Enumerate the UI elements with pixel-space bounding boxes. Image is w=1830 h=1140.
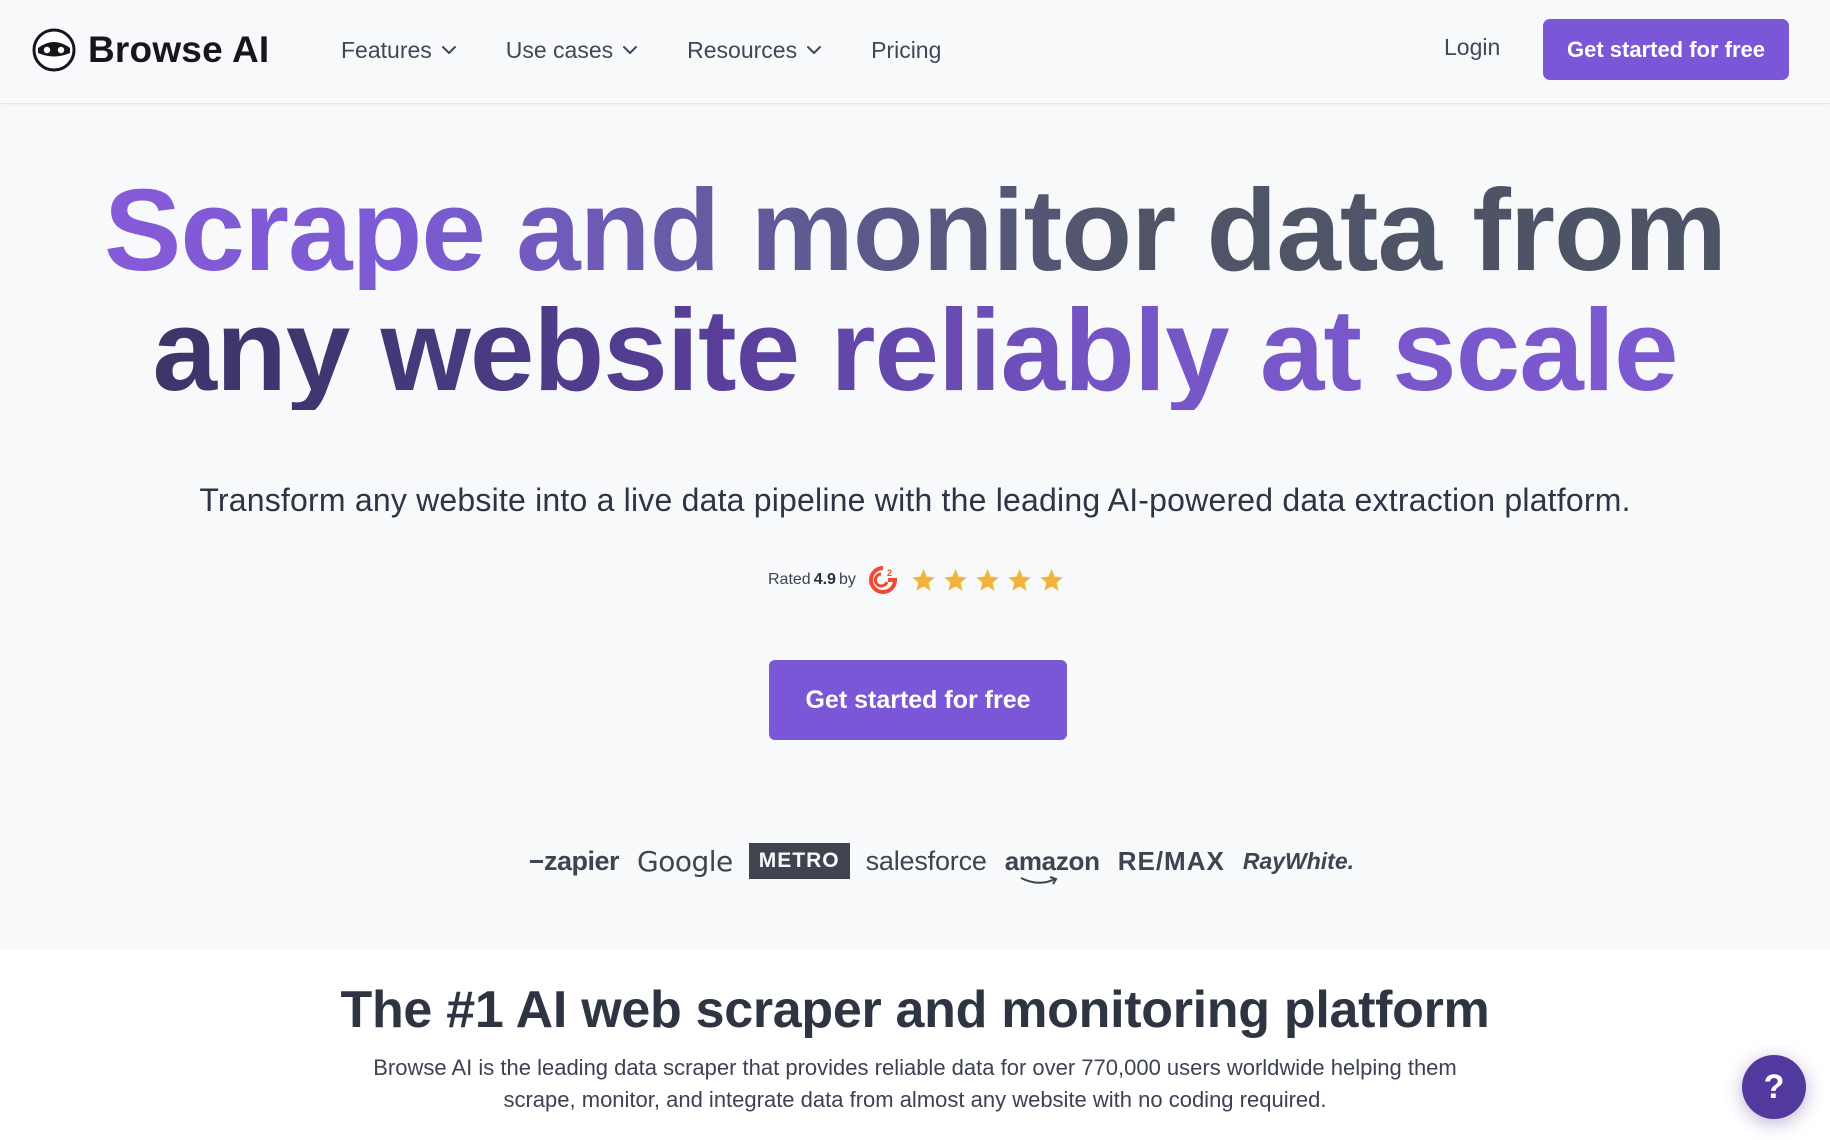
chevron-down-icon [441,46,456,54]
salesforce-logo: salesforce [865,845,987,876]
g2-icon: 2 [868,566,897,594]
section-description: Browse AI is the leading data scraper th… [373,1055,1457,1112]
metro-logo: METRO [748,843,850,879]
get-started-button-hero[interactable]: Get started for free [769,660,1067,740]
nav-item-label: Features [341,36,432,63]
nav-item-label: Use cases [505,36,614,63]
nav-item-resources[interactable]: Resources [687,37,823,64]
zapier-logo: zapier [530,846,620,877]
rating-prefix: Rated [768,571,811,588]
chevron-down-icon [623,46,638,54]
star-icon [912,568,935,591]
login-link[interactable]: Login [1444,34,1500,61]
rating-stars [910,567,1065,594]
nav-item-use-cases[interactable]: Use cases [506,37,639,64]
brand-logo[interactable]: Browse AI [32,28,269,72]
google-logo: Google [637,844,733,878]
get-started-button-header[interactable]: Get started for free [1543,19,1789,80]
svg-text:2: 2 [887,568,892,578]
main-nav: Features Use cases Resources Pricing [341,30,941,70]
nav-item-features[interactable]: Features [341,37,458,64]
robot-logo-icon [32,28,76,72]
remax-logo: RE/MAX [1117,845,1225,876]
amazon-smile-icon [1020,875,1058,885]
chevron-down-icon [807,46,822,54]
rating-badge[interactable]: Rated 4.9 by 2 [768,564,1065,596]
nav-item-pricing[interactable]: Pricing [871,37,941,64]
help-button[interactable]: ? [1742,1055,1806,1119]
section-title: The #1 AI web scraper and monitoring pla… [340,981,1490,1039]
star-icon [976,568,999,591]
rating-score: 4.9 [813,571,836,588]
hero-subtitle: Transform any website into a live data p… [199,482,1631,518]
site-header: Browse AI Features Use cases Resources P… [0,0,1830,104]
raywhite-logo: RayWhite. [1242,847,1355,874]
star-icon [1040,568,1063,591]
hero-headline-line-1: Scrape and monitor data from [0,170,1830,290]
star-icon [1008,568,1031,591]
amazon-logo: amazon [1005,846,1100,885]
platform-intro-section: The #1 AI web scraper and monitoring pla… [0,950,1830,1140]
nav-item-label: Resources [687,36,798,63]
brand-name: Browse AI [88,29,270,70]
star-icon [944,568,967,591]
hero-headline: Scrape and monitor data from any website… [0,170,1830,410]
hero-headline-line-2: any website reliably at scale [0,290,1830,410]
rating-suffix: by [838,571,856,588]
customer-logos: zapier Google METRO salesforce amazon RE… [530,838,1372,885]
nav-item-label: Pricing [871,36,942,63]
